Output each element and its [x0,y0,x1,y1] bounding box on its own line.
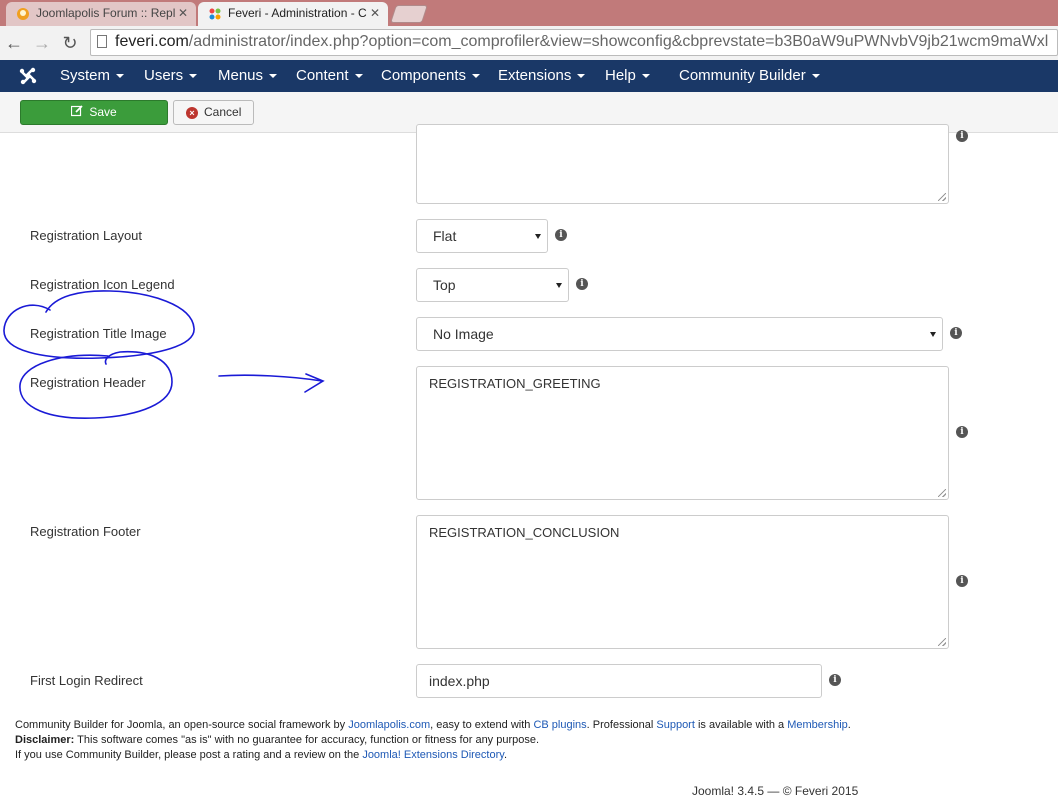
url-text: feveri.com/administrator/index.php?optio… [115,33,1049,50]
browser-toolbar: ← → ↻ feveri.com/administrator/index.php… [0,26,1058,61]
dropdown-arrow-icon [930,332,936,337]
page-icon [97,35,107,48]
footer-line-1: Community Builder for Joomla, an open-so… [15,719,851,731]
resize-grip-icon[interactable] [938,638,946,646]
new-tab-button[interactable] [390,5,428,23]
back-arrow-icon[interactable]: ← [2,31,26,55]
registration-footer-textarea[interactable]: REGISTRATION_CONCLUSION [416,515,949,649]
caret-down-icon [116,74,125,79]
joomla-favicon-icon [209,8,221,20]
joomla-logo-icon[interactable] [18,66,38,86]
registration-layout-label: Registration Layout [30,228,143,243]
cancel-button[interactable]: × Cancel [173,100,254,125]
info-icon[interactable]: i [956,426,968,438]
caret-down-icon [577,74,586,79]
save-button[interactable]: Save [20,100,168,125]
menu-system[interactable]: System [60,60,125,92]
admin-navbar: System Users Menus Content Components Ex… [0,60,1058,92]
first-login-redirect-input[interactable]: index.php [416,664,822,698]
first-login-redirect-label: First Login Redirect [30,673,143,688]
info-icon[interactable]: i [956,575,968,587]
registration-icon-legend-label: Registration Icon Legend [30,277,175,292]
caret-down-icon [472,74,481,79]
menu-community-builder[interactable]: Community Builder [679,60,820,92]
joomlapolis-favicon-icon [17,8,29,20]
caret-down-icon [354,74,363,79]
browser-tab-strip: Joomlapolis Forum :: Repl ✕ Feveri - Adm… [0,0,1058,26]
caret-down-icon [269,74,278,79]
jed-link[interactable]: Joomla! Extensions Directory [362,749,504,761]
resize-grip-icon[interactable] [938,193,946,201]
registration-footer-label: Registration Footer [30,524,141,539]
edit-icon [71,105,83,117]
info-icon[interactable]: i [555,229,567,241]
cb-footer: Community Builder for Joomla, an open-so… [15,718,1045,763]
footer-disclaimer: Disclaimer: This software comes "as is" … [15,734,540,746]
registration-header-textarea[interactable]: REGISTRATION_GREETING [416,366,949,500]
joomlapolis-link[interactable]: Joomlapolis.com [348,719,430,731]
cb-plugins-link[interactable]: CB plugins [533,719,586,731]
registration-title-image-select[interactable]: No Image [416,317,943,351]
browser-tab-feveri[interactable]: Feveri - Administration - C ✕ [198,2,388,26]
address-bar[interactable]: feveri.com/administrator/index.php?optio… [90,29,1058,56]
menu-menus[interactable]: Menus [218,60,278,92]
menu-users[interactable]: Users [144,60,198,92]
caret-down-icon [641,74,650,79]
info-icon[interactable]: i [950,327,962,339]
cancel-circle-icon: × [186,107,198,119]
footer-line-3: If you use Community Builder, please pos… [15,749,507,761]
registration-icon-legend-select[interactable]: Top [416,268,569,302]
browser-tab-title: Joomlapolis Forum :: Repl [36,6,176,20]
menu-extensions[interactable]: Extensions [498,60,586,92]
membership-link[interactable]: Membership [787,719,848,731]
reload-icon[interactable]: ↻ [58,31,82,55]
info-icon[interactable]: i [956,130,968,142]
dropdown-arrow-icon [556,283,562,288]
info-icon[interactable]: i [829,674,841,686]
forward-arrow-icon[interactable]: → [30,31,54,55]
browser-tab-joomlapolis[interactable]: Joomlapolis Forum :: Repl ✕ [6,2,196,26]
caret-down-icon [189,74,198,79]
menu-help[interactable]: Help [605,60,650,92]
support-link[interactable]: Support [656,719,695,731]
joomla-version: Joomla! 3.4.5 — © Feveri 2015 [692,784,859,798]
browser-tab-title: Feveri - Administration - C [228,6,367,20]
resize-grip-icon[interactable] [938,489,946,497]
registration-header-label: Registration Header [30,375,146,390]
close-tab-icon[interactable]: ✕ [178,2,188,25]
menu-content[interactable]: Content [296,60,363,92]
registration-title-image-label: Registration Title Image [30,326,167,341]
caret-down-icon [811,74,820,79]
registration-layout-select[interactable]: Flat [416,219,548,253]
dropdown-arrow-icon [535,234,541,239]
menu-components[interactable]: Components [381,60,481,92]
close-tab-icon[interactable]: ✕ [370,2,380,25]
textarea-above[interactable] [416,124,949,204]
info-icon[interactable]: i [576,278,588,290]
